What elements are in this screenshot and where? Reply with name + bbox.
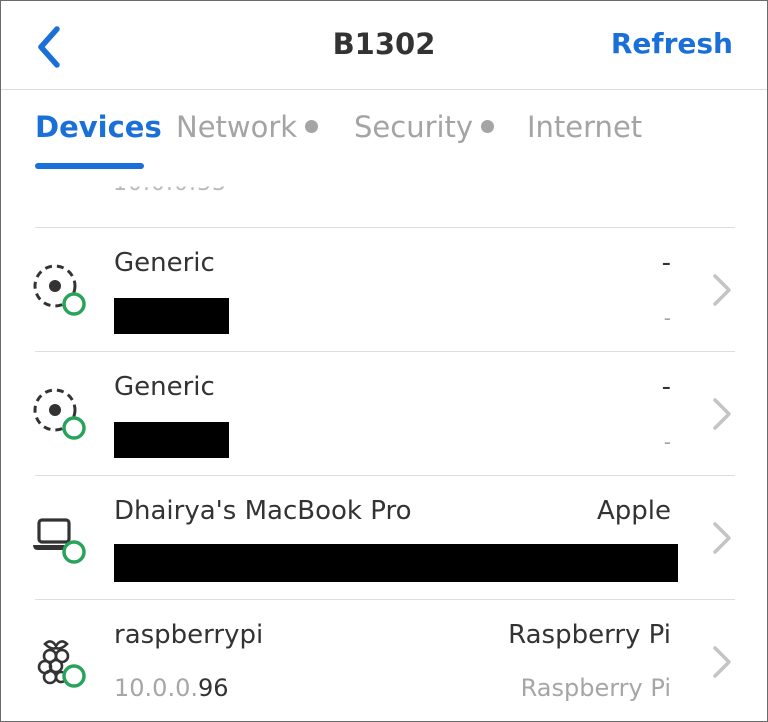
generic-device-icon xyxy=(33,264,86,316)
device-vendor: - xyxy=(661,372,671,402)
device-name: Generic xyxy=(114,248,215,278)
chevron-right-icon xyxy=(713,522,731,554)
chevron-right-icon xyxy=(713,398,731,430)
navigation-bar: B1302 Refresh xyxy=(1,1,767,90)
raspberry-pi-icon xyxy=(37,640,86,688)
redacted-block xyxy=(114,422,229,458)
tab-label: Network xyxy=(176,110,298,144)
generic-device-icon xyxy=(33,388,86,440)
device-name: raspberrypi xyxy=(114,620,264,650)
device-subtitle-right: - xyxy=(663,306,671,330)
tab-devices[interactable]: Devices xyxy=(35,110,162,144)
device-vendor: Raspberry Pi xyxy=(508,620,671,650)
device-list[interactable]: 10.0.0.33 Generic - - Generic - - Dhairy… xyxy=(1,175,767,721)
device-ip-address: 10.0.0.96 xyxy=(114,674,229,702)
device-subtitle-right: Raspberry Pi xyxy=(520,674,671,702)
ip-prefix: 10.0.0. xyxy=(114,674,198,702)
tab-network[interactable]: Network xyxy=(176,110,319,144)
tab-label: Internet xyxy=(527,110,643,144)
tab-security[interactable]: Security xyxy=(354,110,495,144)
notification-dot-icon xyxy=(305,119,319,133)
partial-row-text: 10.0.0.33 xyxy=(113,175,227,197)
redacted-block xyxy=(114,544,678,582)
notification-dot-icon xyxy=(481,119,495,133)
tab-label: Devices xyxy=(35,110,162,144)
refresh-button[interactable]: Refresh xyxy=(611,27,733,60)
ip-suffix: 96 xyxy=(197,674,229,702)
device-vendor: - xyxy=(661,248,671,278)
list-item[interactable]: Dhairya's MacBook Pro Apple xyxy=(1,476,767,599)
redacted-block xyxy=(114,298,229,334)
chevron-right-icon xyxy=(713,646,731,678)
list-item[interactable]: Generic - - xyxy=(1,352,767,475)
tab-bar: Devices Network Security Internet xyxy=(1,90,767,174)
tab-label: Security xyxy=(354,110,474,144)
list-item[interactable]: raspberrypi Raspberry Pi 10.0.0.96 Raspb… xyxy=(1,600,767,721)
laptop-icon xyxy=(33,518,86,564)
list-item[interactable]: Generic - - xyxy=(1,228,767,351)
chevron-right-icon xyxy=(713,274,731,306)
app-window: B1302 Refresh Devices Network Security I… xyxy=(0,0,768,722)
tab-internet[interactable]: Internet xyxy=(527,110,642,144)
device-name: Generic xyxy=(114,372,215,402)
device-name: Dhairya's MacBook Pro xyxy=(114,496,412,526)
active-tab-indicator xyxy=(35,163,144,169)
device-vendor: Apple xyxy=(596,496,671,526)
device-subtitle-right: - xyxy=(663,430,671,454)
